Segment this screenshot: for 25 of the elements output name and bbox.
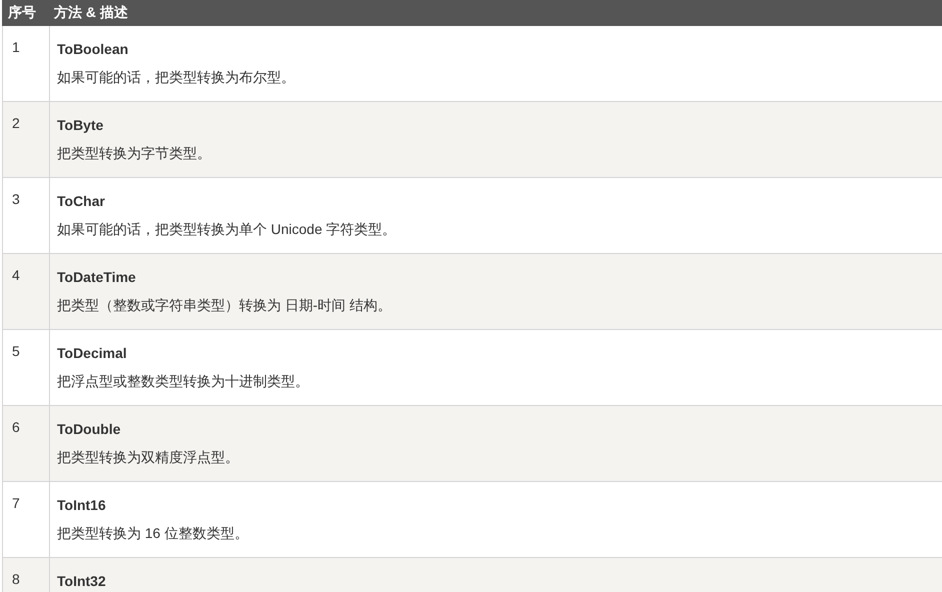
method-description: 把类型转换为 16 位整数类型。	[57, 524, 250, 543]
column-header: 序号	[7, 4, 37, 22]
method-name: ToChar	[57, 192, 106, 211]
method-name: ToInt32	[57, 572, 107, 591]
method-name: ToDouble	[57, 420, 122, 439]
method-description: 如果可能的话，把类型转换为布尔型。	[57, 68, 296, 87]
method-name: ToDateTime	[57, 268, 137, 287]
index-cell: 6	[2, 406, 50, 481]
index-cell: 7	[2, 482, 50, 557]
index-cell: 1	[2, 26, 50, 101]
index-cell: 8	[2, 558, 50, 592]
column-header: 方法 & 描述	[52, 4, 128, 22]
method-name: ToDecimal	[57, 344, 128, 363]
method-name: ToInt16	[57, 496, 107, 515]
method-description: 把类型（整数或字符串类型）转换为 日期-时间 结构。	[57, 296, 392, 315]
method-description: 把浮点型或整数类型转换为十进制类型。	[57, 372, 310, 391]
index-cell: 3	[2, 178, 50, 253]
index-cell: 2	[2, 102, 50, 177]
method-description: 把类型转换为双精度浮点型。	[57, 448, 240, 467]
index-cell: 5	[2, 330, 50, 405]
method-description: 如果可能的话，把类型转换为单个 Unicode 字符类型。	[57, 220, 398, 239]
method-description: 把类型转换为字节类型。	[57, 144, 212, 163]
index-cell: 4	[2, 254, 50, 329]
method-name: ToBoolean	[57, 40, 130, 59]
method-name: ToByte	[57, 116, 104, 135]
